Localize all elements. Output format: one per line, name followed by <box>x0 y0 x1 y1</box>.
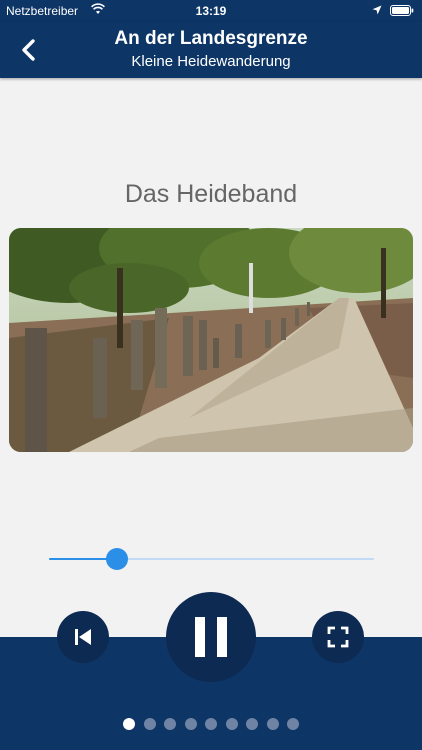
page-subtitle: Kleine Heidewanderung <box>131 53 291 70</box>
navigation-bar: An der Landesgrenze Kleine Heidewanderun… <box>0 22 422 78</box>
heath-path-image <box>9 228 413 452</box>
page-dot[interactable] <box>205 718 217 730</box>
page-title: An der Landesgrenze <box>114 28 308 49</box>
location-arrow-icon <box>372 5 382 15</box>
battery-icon <box>390 5 414 16</box>
fullscreen-icon <box>327 626 349 648</box>
play-pause-button[interactable] <box>166 592 256 682</box>
page-indicator[interactable] <box>0 718 422 732</box>
station-photo[interactable] <box>9 228 413 452</box>
page-dot[interactable] <box>246 718 258 730</box>
page-dot[interactable] <box>143 718 156 730</box>
skip-back-button[interactable] <box>57 611 109 663</box>
fullscreen-button[interactable] <box>312 611 364 663</box>
page-dot[interactable] <box>184 718 197 730</box>
progress-slider[interactable] <box>49 548 374 570</box>
status-bar: Netzbetreiber 13:19 <box>0 0 422 22</box>
page-dot[interactable] <box>123 718 135 730</box>
progress-thumb[interactable] <box>106 548 129 570</box>
page-dot[interactable] <box>287 718 299 730</box>
station-heading: Das Heideband <box>124 180 298 208</box>
clock: 13:19 <box>195 4 227 18</box>
skip-back-icon <box>75 629 91 645</box>
page-dot[interactable] <box>225 718 238 730</box>
page-dot[interactable] <box>164 718 176 730</box>
page-dot[interactable] <box>266 718 279 730</box>
pause-icon <box>195 617 227 657</box>
